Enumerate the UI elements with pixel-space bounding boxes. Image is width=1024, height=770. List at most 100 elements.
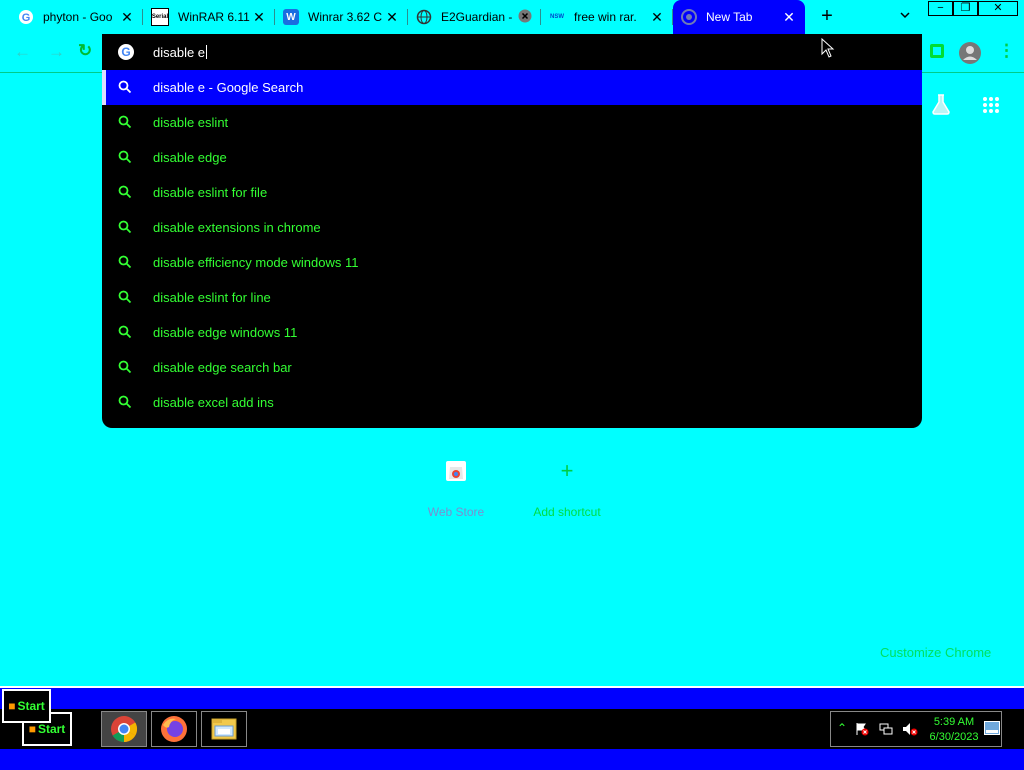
- search-icon: [118, 290, 132, 304]
- suggestion-item[interactable]: disable edge: [102, 140, 922, 175]
- search-icon: [118, 220, 132, 234]
- tab-title: New Tab: [706, 10, 753, 24]
- suggestion-text: disable efficiency mode windows 11: [153, 255, 359, 270]
- taskbar-chrome[interactable]: [101, 711, 147, 747]
- profile-avatar[interactable]: [958, 41, 982, 70]
- svg-text:G: G: [22, 12, 31, 24]
- search-icon: [118, 185, 132, 199]
- windows-logo-icon: ■: [8, 699, 16, 713]
- serial-icon: Serial: [151, 8, 169, 26]
- action-center-flag-icon[interactable]: [855, 722, 869, 739]
- taskbar: ■ Start ⌃ 5:39 AM 6/30/2023: [0, 686, 1024, 770]
- mouse-cursor-icon: [821, 37, 835, 63]
- tab-close-button[interactable]: ✕: [384, 9, 400, 26]
- suggestion-text: disable eslint for line: [153, 290, 271, 305]
- clock-time: 5:39 AM: [933, 716, 975, 728]
- side-panel-icon[interactable]: [930, 44, 944, 58]
- start-button-overlay[interactable]: ■ Start: [2, 689, 51, 723]
- suggestion-item[interactable]: disable edge windows 11: [102, 315, 922, 350]
- tab-search-button[interactable]: [895, 6, 915, 28]
- tab-close-button[interactable]: ✕: [119, 9, 135, 26]
- firefox-icon: [161, 716, 187, 742]
- search-icon: [118, 255, 132, 269]
- taskbar-inner: ■ Start ⌃ 5:39 AM 6/30/2023: [0, 709, 1024, 749]
- suggestion-item[interactable]: disable eslint for line: [102, 280, 922, 315]
- tray-expand-button[interactable]: ⌃: [837, 721, 847, 735]
- network-icon[interactable]: [879, 722, 893, 739]
- search-icon: [118, 115, 132, 129]
- nsw-icon: NSW: [550, 14, 564, 20]
- search-icon: [118, 150, 132, 164]
- system-tray: ⌃ 5:39 AM 6/30/2023: [830, 711, 1002, 747]
- shortcut-label: Web Store: [427, 505, 485, 519]
- omnibox-input[interactable]: G disable e: [102, 34, 922, 70]
- reload-button[interactable]: ↻: [78, 41, 92, 61]
- web-store-icon: [444, 459, 468, 483]
- tab-e2guardian[interactable]: E2Guardian -: [408, 0, 541, 34]
- globe-icon: [416, 9, 432, 25]
- shortcut-add[interactable]: + Add shortcut: [522, 458, 612, 520]
- tab-free-win-rar[interactable]: NSW free win rar. ✕: [541, 0, 673, 34]
- chevron-down-icon: [900, 12, 910, 19]
- tab-close-button[interactable]: ✕: [781, 9, 797, 26]
- omnibox-dropdown: G disable e disable e - Google Search dis…: [102, 34, 922, 428]
- tab-close-button[interactable]: ✕: [649, 9, 665, 26]
- suggestion-text: disable excel add ins: [153, 395, 274, 410]
- close-window-button[interactable]: ✕: [978, 1, 1018, 16]
- restore-button[interactable]: ❐: [953, 1, 978, 16]
- apps-grid-icon[interactable]: [982, 96, 1000, 119]
- suggestion-item[interactable]: disable edge search bar: [102, 350, 922, 385]
- taskbar-firefox[interactable]: [151, 711, 197, 747]
- customize-chrome-button[interactable]: Customize Chrome: [880, 645, 991, 660]
- plus-icon: +: [560, 458, 574, 483]
- tab-title: WinRAR 6.11: [178, 10, 250, 24]
- windows-logo-icon: ■: [28, 722, 36, 736]
- new-tab-button[interactable]: +: [816, 6, 838, 28]
- tab-title: E2Guardian -: [441, 10, 513, 24]
- tab-close-button[interactable]: ✕: [251, 9, 267, 26]
- tab-title: Winrar 3.62 C: [308, 10, 383, 24]
- minimize-button[interactable]: −: [928, 1, 953, 16]
- file-manager-icon: [211, 718, 237, 740]
- suggestion-text: disable extensions in chrome: [153, 220, 321, 235]
- chrome-menu-button[interactable]: ⋮: [998, 41, 1015, 61]
- taskbar-file-manager[interactable]: [201, 711, 247, 747]
- taskbar-clock[interactable]: 5:39 AM 6/30/2023: [926, 715, 982, 745]
- back-button[interactable]: ←: [14, 42, 31, 62]
- search-icon: [118, 80, 132, 94]
- google-icon: G: [18, 9, 34, 25]
- suggestion-item[interactable]: disable eslint for file: [102, 175, 922, 210]
- clock-date: 6/30/2023: [929, 731, 979, 743]
- suggestion-text: disable edge windows 11: [153, 325, 298, 340]
- tab-winrar-362[interactable]: W Winrar 3.62 C ✕: [275, 0, 408, 34]
- suggestion-text: disable eslint for file: [153, 185, 268, 200]
- volume-muted-icon[interactable]: [902, 722, 918, 739]
- search-icon: [118, 325, 132, 339]
- start-label: Start: [17, 699, 45, 713]
- show-desktop-icon[interactable]: [984, 721, 1000, 740]
- suggestion-item[interactable]: disable excel add ins: [102, 385, 922, 420]
- tab-winrar-611[interactable]: Serial WinRAR 6.11 ✕: [143, 0, 275, 34]
- shortcut-web-store[interactable]: Web Store: [411, 459, 501, 519]
- tab-new-tab[interactable]: New Tab ✕: [673, 0, 805, 34]
- suggestion-item[interactable]: disable efficiency mode windows 11: [102, 245, 922, 280]
- tab-title: phyton - Goo: [43, 10, 113, 24]
- google-icon: G: [118, 44, 134, 60]
- forward-button[interactable]: →: [48, 42, 65, 62]
- suggestion-text: disable edge search bar: [153, 360, 292, 375]
- suggestion-item[interactable]: disable extensions in chrome: [102, 210, 922, 245]
- search-icon: [118, 360, 132, 374]
- labs-flask-icon[interactable]: [930, 93, 952, 120]
- shortcut-label: Add shortcut: [533, 505, 601, 519]
- tab-title: free win rar.: [574, 10, 637, 24]
- suggestion-text: disable eslint: [153, 115, 229, 130]
- suggestion-text: disable e - Google Search: [153, 80, 304, 95]
- suggestion-item[interactable]: disable e - Google Search: [102, 70, 922, 105]
- suggestion-item[interactable]: disable eslint: [102, 105, 922, 140]
- chrome-icon: [681, 9, 697, 25]
- tab-close-button[interactable]: [517, 9, 533, 26]
- suggestion-text: disable edge: [153, 150, 227, 165]
- tab-strip: G phyton - Goo ✕ Serial WinRAR 6.11 ✕ W …: [0, 0, 1024, 34]
- omnibox-query: disable e: [153, 45, 206, 60]
- tab-phyton[interactable]: G phyton - Goo ✕: [10, 0, 143, 34]
